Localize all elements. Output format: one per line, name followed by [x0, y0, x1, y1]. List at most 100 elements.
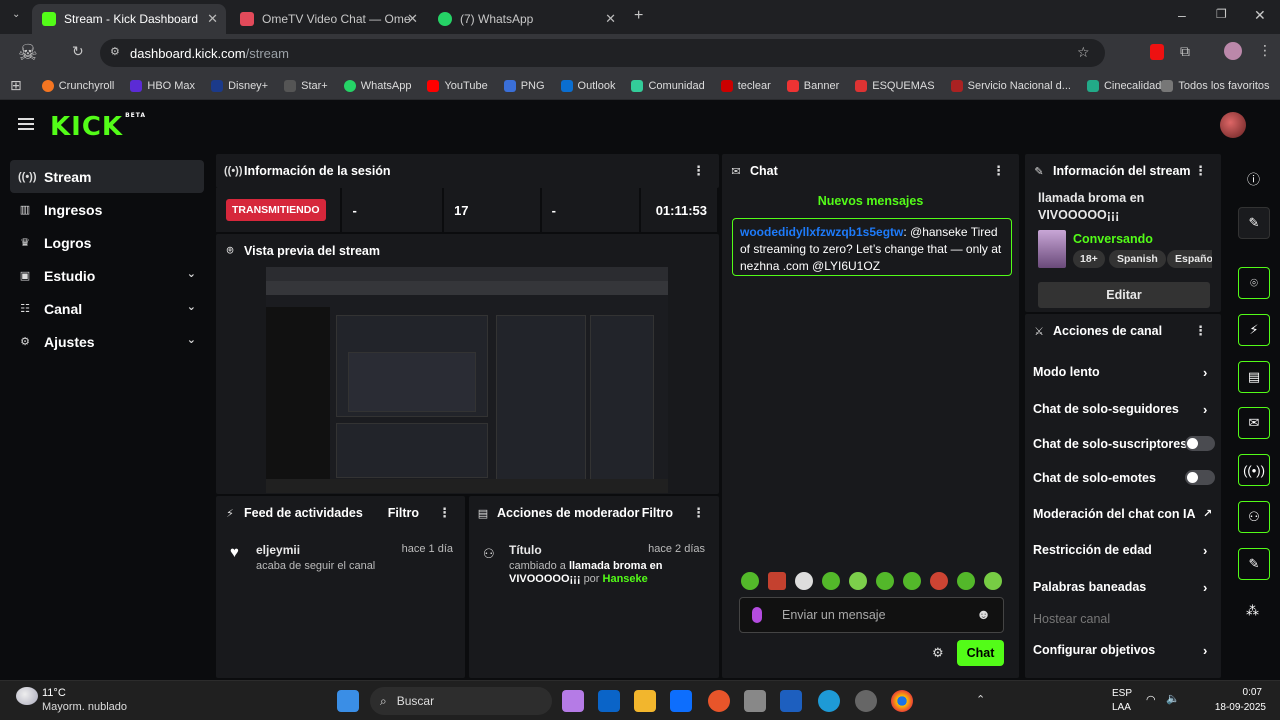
wrench-icon[interactable]: ✎ [1238, 548, 1270, 580]
all-bookmarks[interactable]: Todos los favoritos [1161, 79, 1270, 92]
sidebar-item-ingresos[interactable]: ▥ Ingresos [10, 193, 204, 226]
chat-input[interactable]: Enviar un mensaje ☻ [739, 597, 1004, 633]
user-avatar[interactable] [1220, 112, 1246, 138]
new-tab-icon[interactable]: + [634, 7, 643, 25]
more-options-icon[interactable]: ⋮ [692, 505, 705, 521]
emote-icon[interactable] [876, 572, 894, 590]
more-options-icon[interactable]: ⋮ [1194, 163, 1207, 179]
clock-time[interactable]: 0:07 [1226, 687, 1262, 698]
broadcast-icon[interactable]: ((•)) [1238, 454, 1270, 486]
maximize-icon[interactable]: ❐ [1216, 7, 1227, 21]
keyboard-layout[interactable]: LAA [1112, 702, 1131, 713]
firefox-icon[interactable] [708, 690, 730, 712]
bookmark-teclear[interactable]: teclear [720, 79, 771, 92]
sidebar-item-stream[interactable]: ((•)) Stream [10, 160, 204, 193]
outlook-icon[interactable] [598, 690, 620, 712]
volume-icon[interactable]: 🔈 [1166, 692, 1180, 705]
action-solo-seguidores[interactable]: Chat de solo-seguidores › [1033, 402, 1207, 417]
filter-button[interactable]: Filtro [642, 506, 673, 520]
bookmark-png[interactable]: PNG [503, 79, 545, 92]
tab-ometv[interactable]: OmeTV Video Chat — Ome ✕ [230, 4, 426, 34]
edit-button[interactable]: Editar [1038, 282, 1210, 308]
bookmark-esquemas[interactable]: ESQUEMAS [855, 79, 935, 92]
filter-button[interactable]: Filtro [388, 506, 419, 520]
edge-icon[interactable] [818, 690, 840, 712]
more-options-icon[interactable]: ⋮ [1194, 323, 1207, 339]
emoji-icon[interactable]: ☻ [976, 606, 991, 622]
apps-grid-icon[interactable]: ⊞ [10, 77, 22, 94]
bookmark-crunchyroll[interactable]: Crunchyroll [41, 79, 114, 92]
keyboard-lang[interactable]: ESP [1112, 688, 1132, 699]
bookmark-youtube[interactable]: YouTube [427, 79, 488, 92]
close-window-icon[interactable]: ✕ [1254, 7, 1266, 24]
bookmark-comunidad[interactable]: Comunidad [631, 79, 705, 92]
reload-icon[interactable]: ↻ [72, 43, 84, 60]
app-icon[interactable] [855, 690, 877, 712]
minimize-icon[interactable]: – [1178, 7, 1186, 23]
chevron-up-icon[interactable]: ⌃ [976, 693, 985, 706]
bookmark-cinecalidad[interactable]: Cinecalidad [1086, 79, 1161, 92]
wifi-icon[interactable]: ◠ [1146, 693, 1156, 706]
action-palabras-baneadas[interactable]: Palabras baneadas › [1033, 580, 1207, 595]
close-tab-icon[interactable]: ✕ [207, 11, 218, 27]
tag-chip[interactable]: Spanish [1109, 250, 1166, 268]
send-chat-button[interactable]: Chat [957, 640, 1004, 666]
clock-date[interactable]: 18-09-2025 [1212, 702, 1266, 713]
emote-icon[interactable] [984, 572, 1002, 590]
emote-icon[interactable] [930, 572, 948, 590]
sidebar-item-ajustes[interactable]: ⚙ Ajustes ⌄ [10, 325, 204, 358]
emote-icon[interactable] [795, 572, 813, 590]
feed-user[interactable]: eljeymii [256, 543, 300, 557]
bookmark-star[interactable]: Star+ [284, 79, 328, 92]
profile-avatar[interactable] [1224, 42, 1242, 60]
action-configurar-objetivos[interactable]: Configurar objetivos › [1033, 643, 1207, 658]
site-info-icon[interactable]: ⚙ [110, 45, 120, 58]
action-modo-lento[interactable]: Modo lento › [1033, 365, 1207, 380]
bookmark-star-icon[interactable]: ☆ [1077, 44, 1090, 61]
category-thumbnail[interactable] [1038, 230, 1066, 268]
bookmark-whatsapp[interactable]: WhatsApp [343, 79, 411, 92]
emote-icon[interactable] [822, 572, 840, 590]
emote-icon[interactable] [849, 572, 867, 590]
sidebar-item-estudio[interactable]: ▣ Estudio ⌄ [10, 259, 204, 292]
kick-logo[interactable]: KICK BETA [50, 112, 146, 142]
tab-search-icon[interactable]: ⌄ [12, 9, 20, 20]
tab-whatsapp[interactable]: (7) WhatsApp ✕ [428, 4, 624, 34]
bookmark-banner[interactable]: Banner [786, 79, 839, 92]
close-tab-icon[interactable]: ✕ [407, 11, 418, 27]
chat-username[interactable]: woodedidyllxfzwzqb1s5egtw [740, 225, 903, 239]
url-field[interactable]: ⚙ dashboard.kick.com/stream ☆ [100, 39, 1105, 67]
camera-icon[interactable]: ⌾ [1238, 267, 1270, 299]
close-tab-icon[interactable]: ✕ [605, 11, 616, 27]
word-icon[interactable] [780, 690, 802, 712]
menu-icon[interactable] [18, 118, 34, 130]
bolt-icon[interactable]: ⚡ [1238, 314, 1270, 346]
category-name[interactable]: Conversando [1073, 232, 1153, 246]
emote-icon[interactable] [768, 572, 786, 590]
tag-chip[interactable]: Españo [1167, 250, 1212, 268]
info-icon[interactable]: ⓘ [1247, 169, 1260, 188]
browser-menu-icon[interactable]: ⋮ [1258, 42, 1272, 59]
chrome-icon[interactable] [891, 690, 913, 712]
tab-kick-dashboard[interactable]: Stream - Kick Dashboard ✕ [32, 4, 226, 34]
extension-icon[interactable] [1150, 44, 1164, 60]
action-restriccion-edad[interactable]: Restricción de edad › [1033, 543, 1207, 558]
taskbar-search[interactable]: ⌕ Buscar [370, 687, 552, 715]
more-options-icon[interactable]: ⋮ [692, 163, 705, 179]
bookmark-hbo[interactable]: HBO Max [130, 79, 195, 92]
new-messages-banner[interactable]: Nuevos mensajes [722, 194, 1019, 208]
stream-preview-video[interactable] [266, 267, 668, 493]
emote-icon[interactable] [903, 572, 921, 590]
bookmark-disney[interactable]: Disney+ [211, 79, 268, 92]
sidebar-item-canal[interactable]: ☷ Canal ⌄ [10, 292, 204, 325]
emotes-only-toggle[interactable] [1185, 470, 1215, 485]
chat-bubble-icon[interactable]: ✉ [1238, 407, 1270, 439]
microphone-icon[interactable] [752, 607, 762, 623]
bookmark-servicio[interactable]: Servicio Nacional d... [950, 79, 1071, 92]
bookmark-outlook[interactable]: Outlook [560, 79, 615, 92]
emote-icon[interactable] [741, 572, 759, 590]
file-explorer-icon[interactable] [634, 690, 656, 712]
extensions-icon[interactable]: ⧉ [1180, 43, 1190, 60]
subscribers-only-toggle[interactable] [1185, 436, 1215, 451]
tag-chip[interactable]: 18+ [1073, 250, 1105, 268]
